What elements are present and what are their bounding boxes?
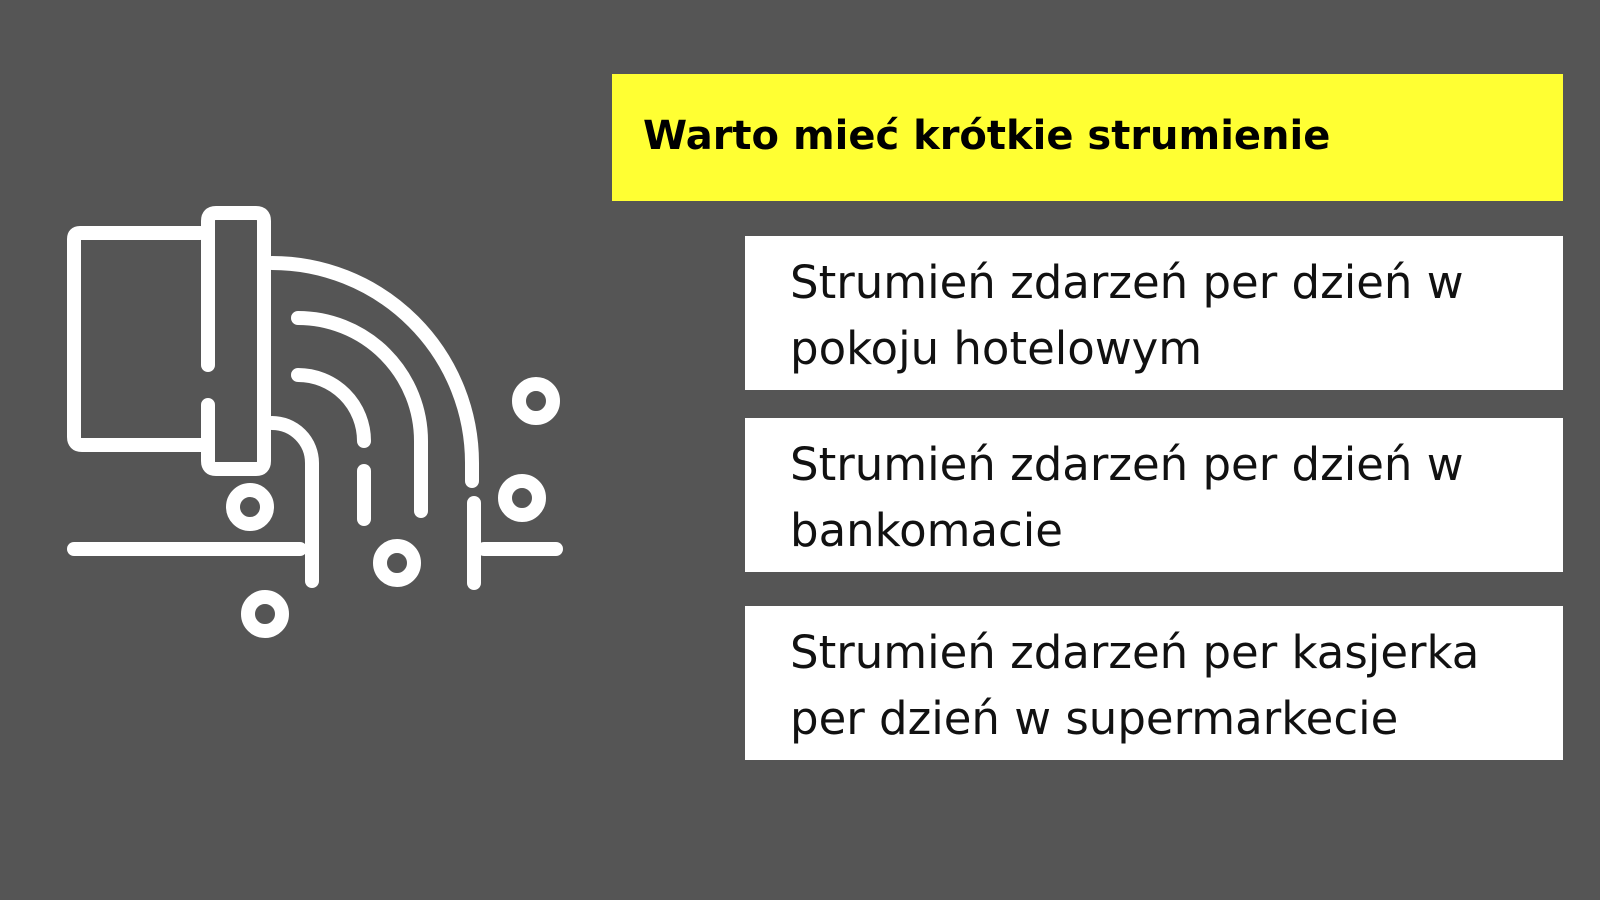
droplet-1: [512, 377, 560, 425]
stream-item-hotel: Strumień zdarzeń per dzień w pokoju hote…: [745, 236, 1563, 390]
stream-item-supermarket: Strumień zdarzeń per kasjerka per dzień …: [745, 606, 1563, 760]
stream-item-text: Strumień zdarzeń per kasjerka per dzień …: [790, 626, 1480, 745]
data-stream-pipe-icon: [60, 205, 580, 665]
stream-item-text: Strumień zdarzeń per dzień w bankomacie: [790, 438, 1464, 557]
droplet-3: [226, 483, 274, 531]
stream-item-atm: Strumień zdarzeń per dzień w bankomacie: [745, 418, 1563, 572]
pipe-flange-shape: [201, 206, 271, 476]
pipe-body-shape: [67, 226, 209, 452]
droplet-2: [498, 474, 546, 522]
slide: Warto mieć krótkie strumienie Strumień z…: [0, 0, 1600, 900]
stream-arc-inner: [291, 368, 371, 448]
pipe-elbow-shape: [265, 416, 319, 588]
slide-title: Warto mieć krótkie strumienie: [643, 112, 1331, 159]
droplet-4: [373, 539, 421, 587]
droplet-5: [241, 590, 289, 638]
title-banner: Warto mieć krótkie strumienie: [612, 74, 1563, 201]
stream-item-text: Strumień zdarzeń per dzień w pokoju hote…: [790, 256, 1464, 375]
